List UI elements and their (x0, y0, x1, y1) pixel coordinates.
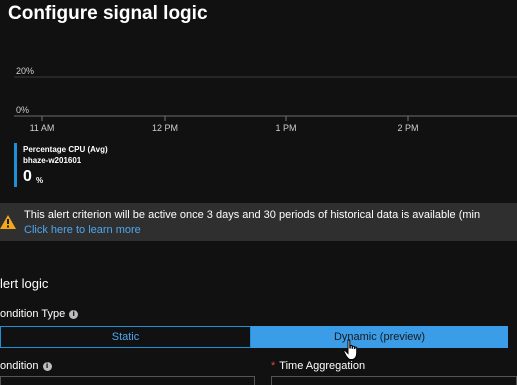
x-tick-label: 11 AM (30, 123, 55, 133)
chart-plot: 20% 0%11 AM 12 PM 1 PM 2 PM (14, 66, 517, 133)
learn-more-link[interactable]: Click here to learn more (24, 224, 141, 236)
alert-logic-heading: lert logic (0, 276, 49, 291)
time-aggregation-dropdown[interactable] (271, 376, 517, 385)
hand-cursor-icon (343, 339, 358, 360)
dynamic-option[interactable]: Dynamic (preview) (251, 326, 508, 348)
condition-label-text: ondition (0, 360, 39, 372)
y-tick-label: 0% (16, 105, 29, 115)
condition-type-toggle: Static Dynamic (preview) (0, 326, 508, 348)
chart-legend[interactable]: Percentage CPU (Avg) bhaze-w201601 0 % (14, 143, 234, 187)
x-tick-label: 2 PM (397, 123, 418, 133)
y-tick-label: 20% (16, 66, 34, 76)
condition-type-label: ondition Type i (0, 308, 79, 320)
x-tick-label: 1 PM (275, 123, 296, 133)
page-title: Configure signal logic (8, 3, 208, 24)
static-option[interactable]: Static (0, 326, 251, 348)
condition-type-label-text: ondition Type (0, 308, 66, 320)
legend-unit: % (36, 176, 44, 185)
condition-label: ondition i (0, 360, 52, 372)
info-banner: This alert criterion will be active once… (0, 203, 517, 241)
legend-color-bar (14, 143, 17, 187)
required-asterisk: * (271, 360, 276, 372)
metric-chart: 20% 0% 11 AM 12 PM 1 PM 2 PM (0, 62, 517, 136)
legend-resource-name: bhaze-w201601 (23, 156, 82, 165)
info-icon[interactable]: i (69, 309, 79, 319)
time-aggregation-label-text: Time Aggregation (279, 360, 366, 372)
banner-message: This alert criterion will be active once… (24, 209, 481, 221)
condition-dropdown[interactable] (0, 376, 255, 385)
info-icon[interactable]: i (42, 361, 52, 371)
legend-series-name: Percentage CPU (Avg) (23, 145, 108, 154)
warning-icon (0, 215, 16, 229)
time-aggregation-label: * Time Aggregation (271, 360, 365, 372)
legend-value: 0 (23, 168, 32, 185)
x-tick-label: 12 PM (152, 123, 178, 133)
